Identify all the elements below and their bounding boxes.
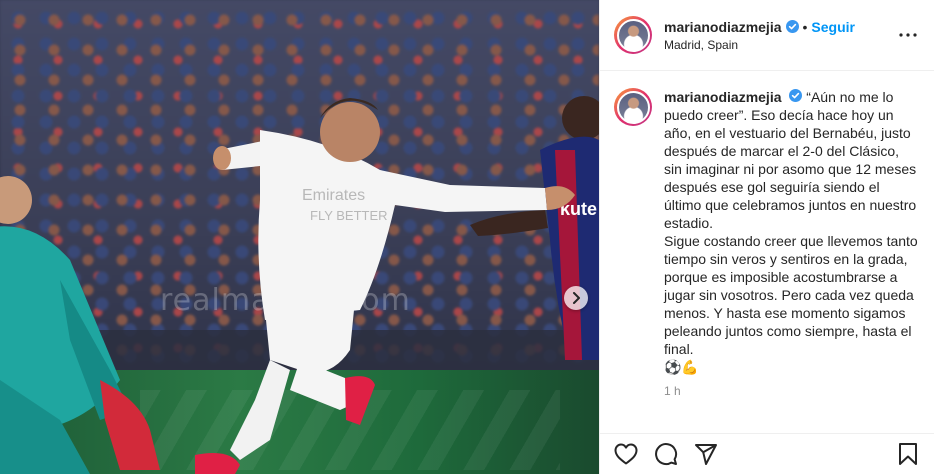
post-timestamp[interactable]: 1 h bbox=[664, 382, 920, 400]
heart-icon bbox=[614, 443, 638, 465]
comment-button[interactable] bbox=[654, 442, 678, 466]
save-button[interactable] bbox=[896, 442, 920, 466]
carousel-next-button[interactable] bbox=[564, 286, 588, 310]
caption-avatar-ring[interactable] bbox=[614, 88, 652, 126]
goalkeeper-figure bbox=[0, 176, 160, 474]
caption-text: “Aún no me lo puedo creer”. Eso decía ha… bbox=[664, 89, 918, 357]
svg-text:Emirates: Emirates bbox=[302, 187, 365, 204]
post-actions-bar bbox=[600, 433, 934, 474]
caption-emoji: ⚽💪 bbox=[664, 359, 699, 375]
verified-badge-icon bbox=[789, 89, 803, 102]
like-button[interactable] bbox=[614, 442, 638, 466]
post-header: marianodiazmejia • Seguir Madrid, Spain bbox=[600, 0, 934, 71]
post-header-text: marianodiazmejia • Seguir Madrid, Spain bbox=[664, 19, 896, 52]
follow-button[interactable]: Seguir bbox=[811, 19, 855, 35]
bookmark-icon bbox=[899, 443, 917, 465]
profile-avatar-ring[interactable] bbox=[614, 16, 652, 54]
share-button[interactable] bbox=[694, 442, 718, 466]
svg-text:FLY BETTER: FLY BETTER bbox=[310, 208, 388, 223]
location-link[interactable]: Madrid, Spain bbox=[664, 38, 896, 52]
header-username-link[interactable]: marianodiazmejia bbox=[664, 19, 782, 35]
header-user-row: marianodiazmejia • Seguir bbox=[664, 19, 896, 35]
avatar[interactable] bbox=[616, 18, 650, 52]
header-separator: • bbox=[802, 18, 808, 35]
post-side-panel: marianodiazmejia • Seguir Madrid, Spain bbox=[599, 0, 934, 474]
post-photo[interactable]: realmadrid.com kute bbox=[0, 0, 599, 474]
player-illustration: kute Emirates FLY BETTER bbox=[0, 96, 599, 474]
instagram-post: realmadrid.com kute bbox=[0, 0, 934, 474]
share-icon bbox=[695, 444, 717, 465]
caption-body: marianodiazmejia “Aún no me lo puedo cre… bbox=[664, 88, 920, 433]
caption-area: marianodiazmejia “Aún no me lo puedo cre… bbox=[600, 72, 934, 433]
caption-text-block: marianodiazmejia “Aún no me lo puedo cre… bbox=[664, 88, 920, 358]
chevron-right-icon bbox=[573, 292, 580, 304]
more-options-icon[interactable] bbox=[896, 23, 920, 47]
comment-icon bbox=[655, 443, 678, 466]
main-player-figure: Emirates FLY BETTER bbox=[195, 98, 575, 474]
opponent-figure: kute bbox=[470, 96, 599, 360]
verified-badge-icon bbox=[785, 20, 799, 33]
avatar[interactable] bbox=[616, 90, 650, 124]
caption-username-link[interactable]: marianodiazmejia bbox=[664, 89, 782, 105]
